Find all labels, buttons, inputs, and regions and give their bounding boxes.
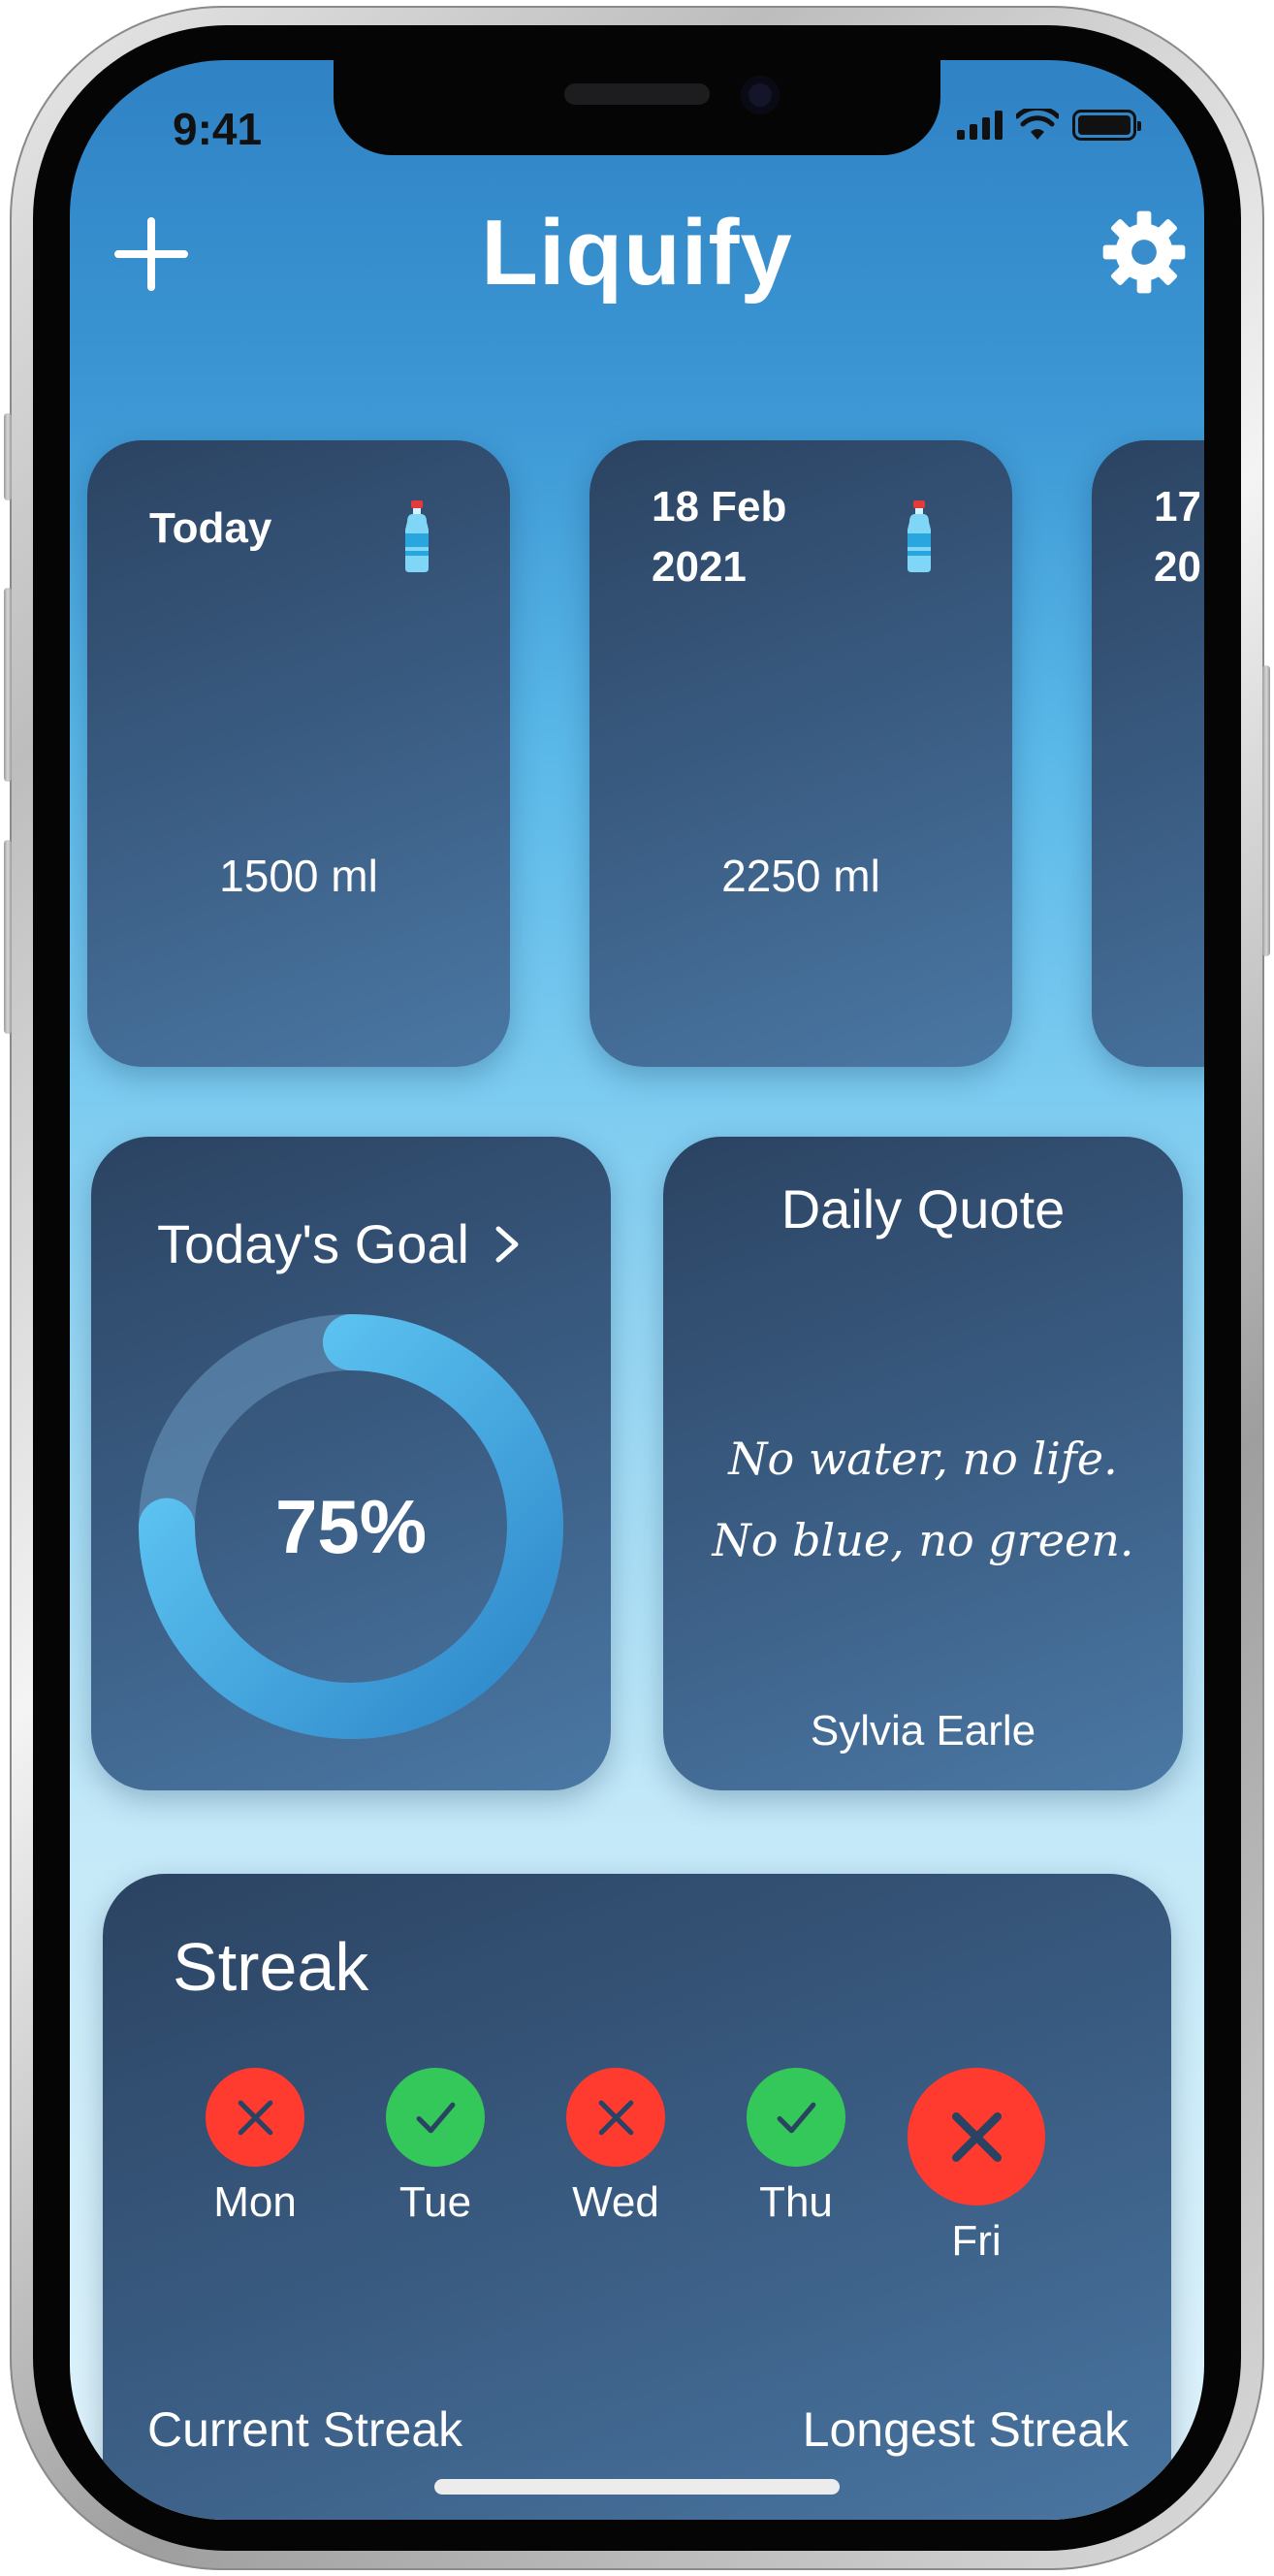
day-card-today[interactable]: Today 1500 ml — [87, 440, 510, 1067]
settings-gear-icon[interactable] — [1099, 208, 1189, 297]
water-bottle-icon — [908, 500, 931, 572]
streak-day-fri: Fri — [908, 2068, 1045, 2266]
todays-goal-card[interactable]: Today's Goal 75% — [91, 1137, 611, 1790]
front-camera — [741, 76, 780, 114]
streak-day-label: Mon — [213, 2178, 297, 2226]
streak-day-label: Wed — [572, 2178, 659, 2226]
day-card-date: 18 Feb 2021 — [652, 483, 787, 591]
water-bottle-icon — [405, 500, 429, 572]
todays-goal-label: Today's Goal — [157, 1213, 469, 1274]
day-card-date: 17 20 — [1154, 483, 1201, 591]
check-icon — [747, 2068, 845, 2167]
daily-quote-card[interactable]: Daily Quote No water, no life. No blue, … — [663, 1137, 1183, 1790]
streak-day-mon: Mon — [206, 2068, 304, 2227]
streak-day-thu: Thu — [747, 2068, 845, 2227]
power-button — [1262, 665, 1270, 956]
quote-author: Sylvia Earle — [810, 1707, 1036, 1755]
chevron-right-icon — [495, 1226, 519, 1262]
signal-icon — [957, 111, 1003, 140]
streak-day-label: Fri — [951, 2217, 1002, 2265]
quote-line-1: No water, no life. — [728, 1433, 1118, 1485]
volume-down-button — [4, 840, 12, 1034]
quote-line-2: No blue, no green. — [712, 1514, 1134, 1566]
cross-icon — [566, 2068, 665, 2167]
streak-day-wed: Wed — [566, 2068, 665, 2227]
streak-card[interactable]: Streak Mon Tue Wed Thu Fri Current Streak Lo… — [103, 1874, 1171, 2520]
daily-quote-title: Daily Quote — [780, 1178, 1066, 1240]
status-icons — [957, 109, 1141, 142]
check-icon — [386, 2068, 485, 2167]
silent-switch — [4, 413, 12, 500]
day-card-17-partial[interactable]: 17 20 — [1092, 440, 1204, 1067]
streak-day-tue: Tue — [386, 2068, 485, 2227]
app-screen: 9:41 Liquify Today 1500 ml 18 Feb 2021 2… — [70, 60, 1204, 2520]
battery-icon — [1072, 110, 1141, 141]
volume-up-button — [4, 588, 12, 782]
cross-icon — [206, 2068, 304, 2167]
streak-day-label: Tue — [398, 2178, 472, 2226]
day-card-amount: 2250 ml — [721, 851, 880, 901]
daily-quote-text: No water, no life. No blue, no green. — [663, 1418, 1183, 1581]
current-streak-label: Current Streak — [147, 2402, 463, 2457]
day-card-18-feb[interactable]: 18 Feb 2021 2250 ml — [589, 440, 1012, 1067]
speaker — [564, 83, 710, 105]
day-card-amount: 1500 ml — [219, 851, 378, 901]
streak-day-label: Thu — [759, 2178, 833, 2226]
goal-percent-label: 75% — [274, 1483, 428, 1569]
home-indicator[interactable] — [434, 2479, 840, 2495]
longest-streak-label: Longest Streak — [802, 2402, 1129, 2457]
notch — [334, 60, 940, 155]
day-card-date: Today — [149, 504, 272, 552]
cross-icon — [908, 2068, 1045, 2206]
app-title: Liquify — [481, 201, 793, 305]
status-time: 9:41 — [173, 104, 263, 154]
todays-goal-title[interactable]: Today's Goal — [157, 1212, 522, 1275]
wifi-icon — [1016, 109, 1059, 140]
streak-title: Streak — [173, 1929, 369, 2005]
